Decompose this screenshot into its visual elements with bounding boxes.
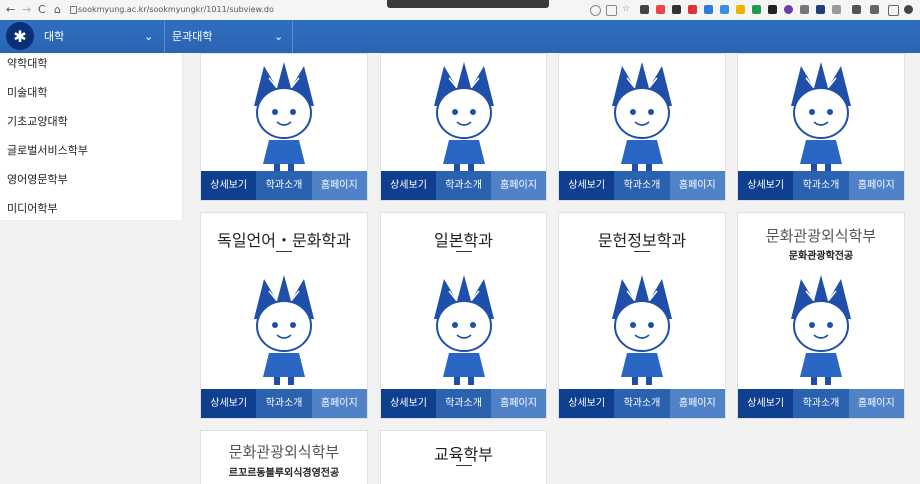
menu-item-english[interactable]: 영어영문학부: [0, 169, 182, 198]
extension-icon[interactable]: [736, 5, 745, 14]
department-card: 상세보기 학과소개 홈페이지: [737, 53, 905, 201]
forward-icon[interactable]: →: [22, 2, 31, 18]
detail-button[interactable]: 상세보기: [738, 389, 794, 418]
mascot-illustration: [611, 274, 673, 386]
intro-button[interactable]: 학과소개: [436, 171, 491, 200]
puzzle-icon[interactable]: [870, 5, 879, 14]
extension-icon[interactable]: [816, 5, 825, 14]
intro-button[interactable]: 학과소개: [793, 171, 849, 200]
detail-button[interactable]: 상세보기: [738, 171, 794, 200]
chevron-down-icon: ⌄: [144, 30, 154, 43]
mascot-illustration: [790, 274, 852, 386]
homepage-button[interactable]: 홈페이지: [848, 171, 904, 200]
chevron-down-icon: ⌄: [274, 30, 284, 43]
homepage-button[interactable]: 홈페이지: [491, 389, 546, 418]
extension-icon[interactable]: [672, 5, 681, 14]
extension-icon[interactable]: [852, 5, 861, 14]
mascot-illustration: [253, 61, 315, 173]
homepage-button[interactable]: 홈페이지: [311, 389, 367, 418]
college-dropdown[interactable]: 대학 ⌄: [44, 20, 158, 53]
menu-item-liberal-arts-basics[interactable]: 기초교양대학: [0, 111, 182, 140]
tooltip: [387, 0, 549, 8]
college-dropdown-menu: 약학대학 미술대학 기초교양대학 글로벌서비스학부 영어영문학부 미디어학부: [0, 53, 182, 220]
intro-button[interactable]: 학과소개: [614, 171, 670, 200]
department-title: 독일언어・문화학과: [217, 231, 351, 250]
back-icon[interactable]: ←: [6, 2, 15, 18]
extension-icon[interactable]: [656, 5, 665, 14]
intro-button[interactable]: 학과소개: [256, 389, 312, 418]
mascot-illustration: [790, 61, 852, 173]
homepage-button[interactable]: 홈페이지: [669, 171, 725, 200]
menu-item-fine-arts[interactable]: 미술대학: [0, 82, 182, 111]
intro-button[interactable]: 학과소개: [793, 389, 849, 418]
mascot-illustration: [432, 274, 495, 386]
divider: [292, 20, 293, 53]
department-subtitle: 르꼬르동블루외식경영전공: [228, 468, 340, 479]
share-icon[interactable]: [606, 5, 617, 16]
intro-button[interactable]: 학과소개: [614, 389, 670, 418]
title-divider: [276, 251, 292, 252]
detail-button[interactable]: 상세보기: [201, 389, 257, 418]
college-dropdown-label: 대학: [44, 30, 65, 43]
star-icon[interactable]: ☆: [622, 5, 631, 14]
homepage-button[interactable]: 홈페이지: [848, 389, 904, 418]
department-card: 상세보기 학과소개 홈페이지: [200, 53, 368, 201]
menu-item-pharmacy[interactable]: 약학대학: [0, 53, 182, 82]
department-card: 상세보기 학과소개 홈페이지: [558, 53, 726, 201]
title-divider: [455, 251, 472, 252]
zoom-icon[interactable]: [590, 5, 601, 16]
department-card-culinary: 문화관광외식학부 르꼬르동블루외식경영전공: [200, 430, 368, 484]
mascot-illustration: [253, 274, 315, 386]
title-divider: [455, 465, 472, 466]
detail-button[interactable]: 상세보기: [559, 389, 615, 418]
department-card-education: 교육학부: [380, 430, 547, 484]
logo-emblem-icon: ✱: [13, 26, 27, 46]
profile-icon[interactable]: [904, 5, 913, 14]
menu-item-media[interactable]: 미디어학부: [0, 198, 182, 227]
department-card-library-science: 문헌정보학과 상세보기 학과소개 홈페이지: [558, 212, 726, 419]
browser-toolbar: ← → C ⌂ sookmyung.ac.kr/sookmyungkr/1011…: [0, 0, 920, 21]
department-title: 문헌정보학과: [597, 231, 687, 250]
homepage-button[interactable]: 홈페이지: [311, 171, 367, 200]
extension-icon[interactable]: [640, 5, 649, 14]
mascot-illustration: [432, 61, 495, 173]
extension-icon[interactable]: [688, 5, 697, 14]
extension-icon[interactable]: [832, 5, 841, 14]
department-title: 교육학부: [434, 445, 493, 464]
department-title: 문화관광외식학부: [765, 227, 877, 245]
home-icon[interactable]: ⌂: [54, 2, 61, 18]
sidebar-toggle-icon[interactable]: [888, 5, 899, 16]
menu-item-global-service[interactable]: 글로벌서비스학부: [0, 140, 182, 169]
reload-icon[interactable]: C: [38, 2, 46, 18]
department-subtitle: 문화관광학전공: [788, 251, 854, 262]
address-bar[interactable]: sookmyung.ac.kr/sookmyungkr/1011/subview…: [78, 3, 274, 17]
department-card-culture-tourism: 문화관광외식학부 문화관광학전공 상세보기 학과소개 홈페이지: [737, 212, 905, 419]
detail-button[interactable]: 상세보기: [381, 389, 436, 418]
detail-button[interactable]: 상세보기: [201, 171, 257, 200]
department-dropdown-label: 문과대학: [172, 30, 213, 43]
divider: [164, 20, 165, 53]
detail-button[interactable]: 상세보기: [381, 171, 436, 200]
homepage-button[interactable]: 홈페이지: [669, 389, 725, 418]
intro-button[interactable]: 학과소개: [436, 389, 491, 418]
extension-icon[interactable]: [784, 5, 793, 14]
mascot-illustration: [611, 61, 673, 173]
extension-icon[interactable]: [720, 5, 729, 14]
department-title: 문화관광외식학부: [228, 443, 340, 461]
extension-icon[interactable]: [800, 5, 809, 14]
extension-icon[interactable]: [752, 5, 761, 14]
lock-icon[interactable]: [70, 6, 77, 14]
department-card-german: 독일언어・문화학과 상세보기 학과소개 홈페이지: [200, 212, 368, 419]
homepage-button[interactable]: 홈페이지: [491, 171, 546, 200]
university-logo[interactable]: ✱: [6, 22, 34, 50]
detail-button[interactable]: 상세보기: [559, 171, 615, 200]
extension-icon[interactable]: [704, 5, 713, 14]
extension-icon[interactable]: [768, 5, 777, 14]
department-dropdown[interactable]: 문과대학 ⌄: [172, 20, 288, 53]
intro-button[interactable]: 학과소개: [256, 171, 312, 200]
department-card: 상세보기 학과소개 홈페이지: [380, 53, 547, 201]
department-card-japanese: 일본학과 상세보기 학과소개 홈페이지: [380, 212, 547, 419]
title-divider: [634, 251, 650, 252]
department-title: 일본학과: [434, 231, 493, 250]
